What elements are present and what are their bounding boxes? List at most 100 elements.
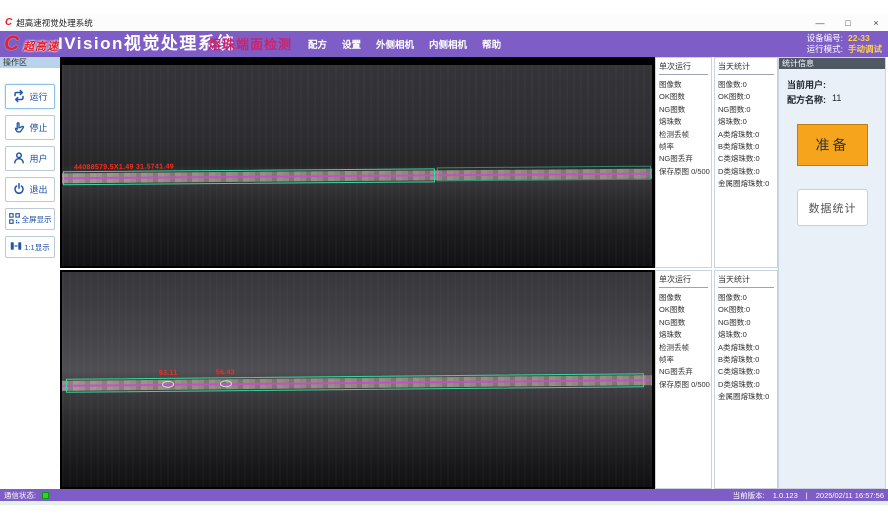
- single-run-title: 单次运行: [659, 61, 708, 75]
- stat-row: 熔珠数:0: [718, 329, 774, 341]
- power-icon: [12, 182, 26, 198]
- stat-row: OK图数:0: [718, 304, 774, 316]
- app-window: C 超高速视觉处理系统 — □ × C 超高速 IVision视觉处理系统 熔珠…: [0, 0, 888, 522]
- measurement-annotation: 53.11: [159, 370, 178, 377]
- camera-image: 44088579.5X1.49 31.5741.49: [62, 65, 652, 266]
- window-titlebar: C 超高速视觉处理系统 — □ ×: [0, 14, 888, 31]
- stat-row: 检测丢帧: [659, 342, 708, 354]
- stat-row: 图像数: [659, 292, 708, 304]
- today-title: 当天统计: [718, 274, 774, 288]
- stat-row: D类熔珠数:0: [718, 379, 774, 391]
- datetime: 2025/02/11 16:57:56: [816, 491, 884, 500]
- app-subtitle: 熔珠端面检测: [208, 31, 292, 59]
- stat-row: 帧率: [659, 141, 708, 153]
- stat-row: B类熔珠数:0: [718, 354, 774, 366]
- comm-status-indicator: [42, 492, 49, 499]
- version-label: 当前版本:: [733, 490, 765, 501]
- run-mode-label: 运行模式:: [807, 44, 843, 55]
- run-button[interactable]: 运行: [5, 84, 55, 109]
- run-button-label: 运行: [29, 90, 47, 103]
- single-run-title: 单次运行: [659, 274, 708, 288]
- user-button-label: 用户: [29, 152, 47, 165]
- data-statistics-button[interactable]: 数据统计: [797, 189, 868, 226]
- stop-button-label: 停止: [29, 121, 47, 134]
- device-info: 设备编号: 22-33 运行模式: 手动调试: [807, 33, 882, 55]
- measurement-annotation: 56.43: [216, 369, 235, 376]
- stat-row: 保存原图 0/500: [659, 379, 708, 391]
- stat-row: D类熔珠数:0: [718, 166, 774, 178]
- stat-row: 金属圈熔珠数:0: [718, 178, 774, 190]
- stat-row: 保存原图 0/500: [659, 166, 708, 178]
- close-icon[interactable]: ×: [870, 18, 882, 28]
- today-stats: 当天统计 图像数:0OK图数:0NG图数:0熔珠数:0A类熔珠数:0B类熔珠数:…: [714, 57, 778, 268]
- maximize-icon[interactable]: □: [842, 18, 854, 28]
- prepare-button[interactable]: 准备: [797, 124, 868, 166]
- stat-row: 金属圈熔珠数:0: [718, 391, 774, 403]
- exit-button-label: 退出: [29, 183, 47, 196]
- stat-row: NG图数:0: [718, 104, 774, 116]
- camera-image: 53.11 56.43: [62, 272, 652, 487]
- stat-row: 图像数:0: [718, 292, 774, 304]
- recipe-line: 配方名称: 11: [787, 93, 841, 106]
- app-logo-icon: C: [5, 17, 12, 28]
- separator: |: [806, 491, 808, 500]
- info-panel: 统计信息 当前用户: 配方名称: 11 准备 数据统计: [778, 57, 886, 489]
- menu-item[interactable]: 帮助: [482, 37, 501, 51]
- stat-row: NG图丢弃: [659, 153, 708, 165]
- single-run-stats: 单次运行 图像数OK图数NG图数熔珠数检测丢帧帧率NG图丢弃保存原图 0/500: [655, 270, 712, 489]
- cycle-arrows-icon: [12, 89, 26, 105]
- menu-item[interactable]: 设置: [342, 37, 361, 51]
- status-bar: 通信状态: 当前版本: 1.0.123 | 2025/02/11 16:57:5…: [0, 489, 888, 501]
- stat-row: OK图数: [659, 91, 708, 103]
- app-header: C 超高速 IVision视觉处理系统 熔珠端面检测 配方设置外侧相机内侧相机帮…: [0, 31, 888, 57]
- stat-row: B类熔珠数:0: [718, 141, 774, 153]
- stat-row: NG图丢弃: [659, 366, 708, 378]
- stat-row: OK图数:0: [718, 91, 774, 103]
- operation-sidebar: 操作区 运行 停止: [0, 57, 60, 489]
- menu-item[interactable]: 配方: [308, 37, 327, 51]
- fullscreen-button[interactable]: 全屏显示: [5, 208, 55, 230]
- menu-bar: 配方 设置 外侧相机 内侧相机 帮助: [308, 31, 501, 57]
- window-title: 超高速视觉处理系统: [16, 17, 93, 29]
- fullscreen-button-label: 全屏显示: [22, 214, 52, 225]
- fullscreen-grid-icon: [9, 213, 20, 226]
- stat-row: 帧率: [659, 354, 708, 366]
- menu-item[interactable]: 内侧相机: [429, 37, 467, 51]
- stat-row: NG图数:0: [718, 317, 774, 329]
- window-controls: — □ ×: [814, 14, 882, 31]
- camera-view-outer: 44088579.5X1.49 31.5741.49: [60, 57, 655, 268]
- camera-view-inner: 53.11 56.43: [60, 270, 655, 489]
- one-to-one-button[interactable]: 1:1显示: [5, 236, 55, 258]
- stat-row: OK图数: [659, 304, 708, 316]
- version-value: 1.0.123: [773, 491, 798, 500]
- recipe-name-label: 配方名称:: [787, 93, 826, 106]
- stat-row: 图像数: [659, 79, 708, 91]
- stats-panel-inner: 单次运行 图像数OK图数NG图数熔珠数检测丢帧帧率NG图丢弃保存原图 0/500…: [655, 270, 778, 489]
- one-to-one-icon: [10, 240, 22, 254]
- stat-row: 检测丢帧: [659, 129, 708, 141]
- minimize-icon[interactable]: —: [814, 18, 826, 28]
- weld-strip: 44088579.5X1.49 31.5741.49: [62, 169, 652, 184]
- measurement-annotation: 44088579.5X1.49 31.5741.49: [74, 163, 174, 171]
- single-run-stats: 单次运行 图像数OK图数NG图数熔珠数检测丢帧帧率NG图丢弃保存原图 0/500: [655, 57, 712, 268]
- user-button[interactable]: 用户: [5, 146, 55, 171]
- stat-row: A类熔珠数:0: [718, 129, 774, 141]
- device-number-label: 设备编号:: [807, 33, 843, 44]
- today-stats: 当天统计 图像数:0OK图数:0NG图数:0熔珠数:0A类熔珠数:0B类熔珠数:…: [714, 270, 778, 489]
- detect-rect: [437, 166, 651, 182]
- weld-strip: 53.11 56.43: [62, 375, 652, 391]
- stat-row: NG图数: [659, 317, 708, 329]
- version-info: 当前版本: 1.0.123 | 2025/02/11 16:57:56: [733, 490, 884, 501]
- menu-item[interactable]: 外侧相机: [376, 37, 414, 51]
- hand-icon: [12, 120, 26, 136]
- stop-button[interactable]: 停止: [5, 115, 55, 140]
- stat-row: C类熔珠数:0: [718, 366, 774, 378]
- device-number-value: 22-33: [848, 33, 870, 44]
- brand-swoosh-icon: C: [4, 31, 19, 57]
- recipe-name-value: 11: [832, 93, 841, 106]
- stats-panel-outer: 单次运行 图像数OK图数NG图数熔珠数检测丢帧帧率NG图丢弃保存原图 0/500…: [655, 57, 778, 268]
- stat-row: 熔珠数: [659, 116, 708, 128]
- current-user-label: 当前用户:: [787, 78, 826, 91]
- stat-row: 熔珠数: [659, 329, 708, 341]
- exit-button[interactable]: 退出: [5, 177, 55, 202]
